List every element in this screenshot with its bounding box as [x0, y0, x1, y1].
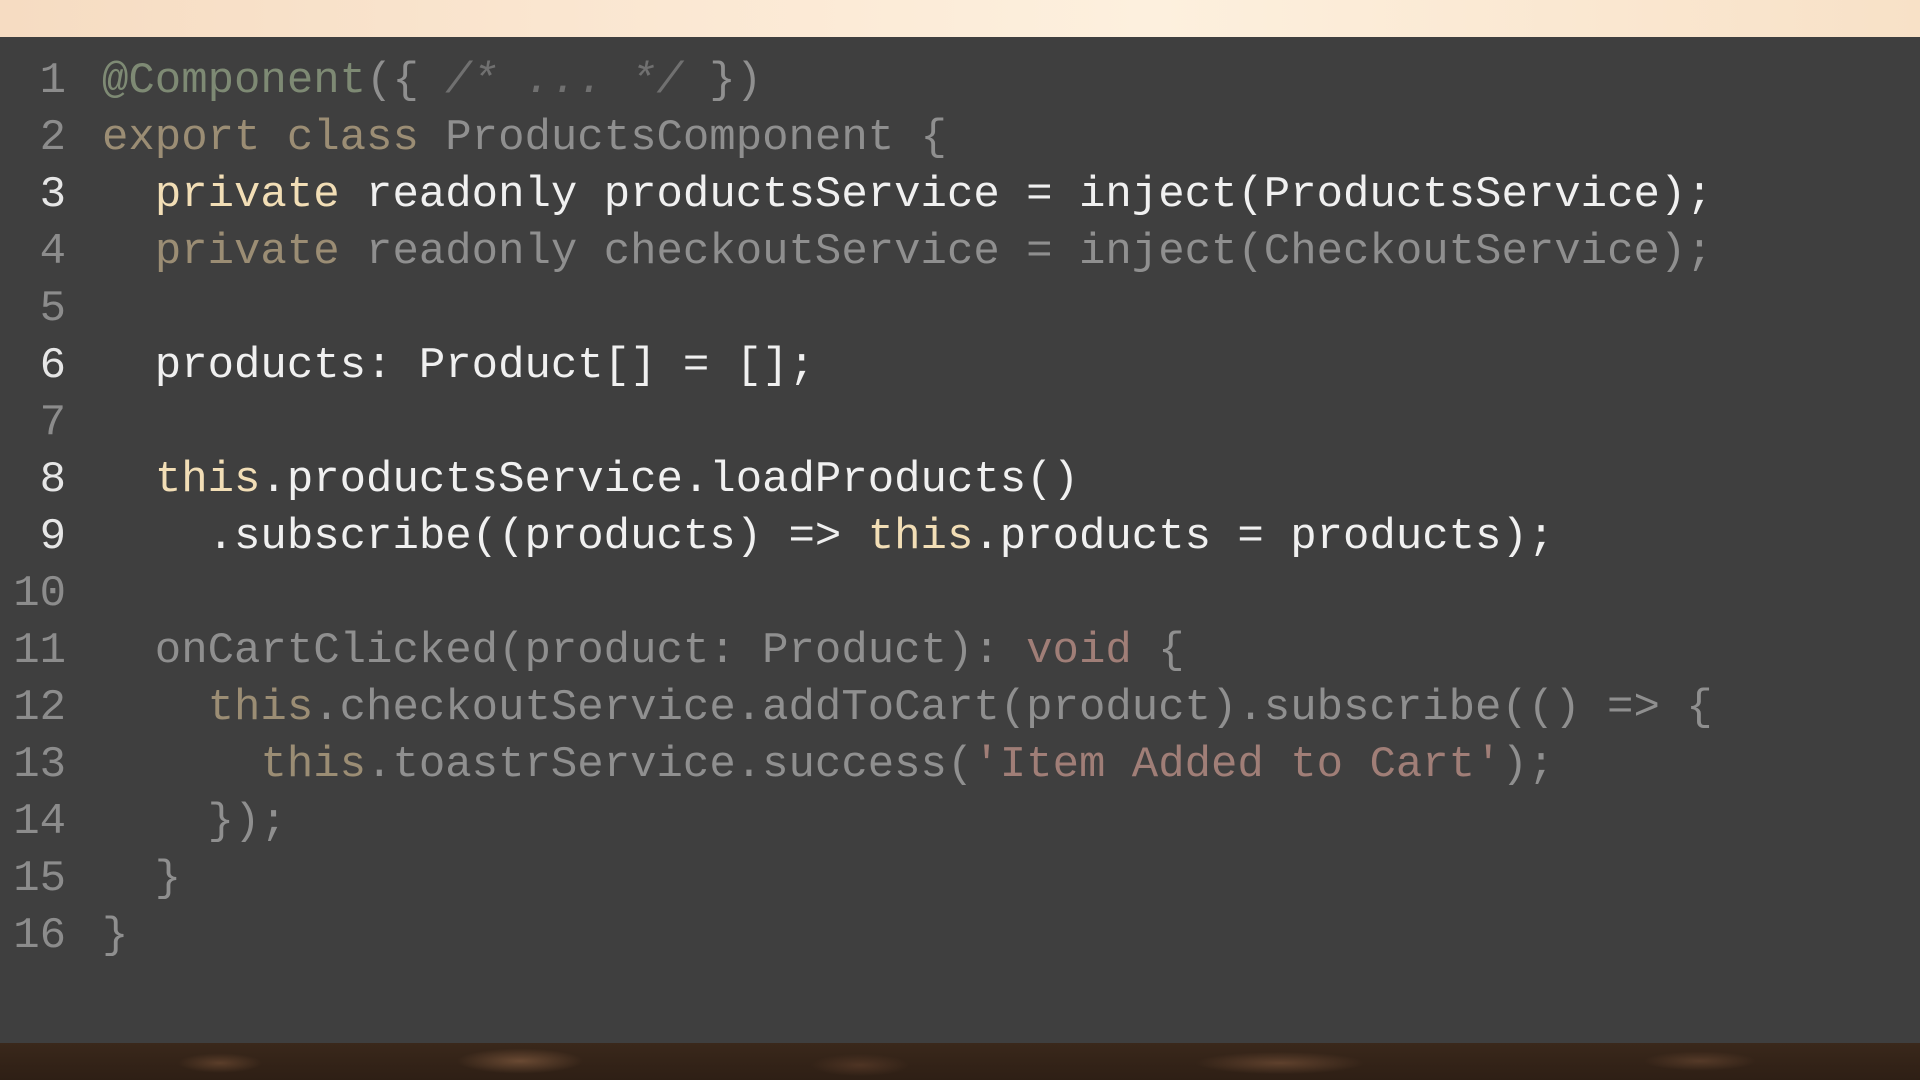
top-background-band: [0, 0, 1920, 37]
code-token: ({: [366, 56, 446, 106]
line-number: 13: [13, 740, 66, 790]
code-token: private: [154, 170, 340, 220]
code-token: this: [154, 455, 261, 505]
code-text: this.productsService.loadProducts(): [102, 452, 1079, 509]
code-token: .subscribe((products) =>: [102, 512, 868, 562]
code-text: this.toastrService.success('Item Added t…: [102, 737, 1554, 794]
bottom-background-photo: [0, 1043, 1920, 1080]
code-editor-panel[interactable]: 1 @Component({ /* ... */ }) 2 export class …: [0, 37, 1920, 1043]
code-token: .productsService.loadProducts(): [260, 455, 1079, 505]
code-token: .checkoutService.addToCart(product).subs…: [313, 683, 1713, 733]
code-token: @Component: [102, 56, 367, 106]
code-token: {: [1131, 626, 1185, 676]
code-text: }: [102, 908, 128, 965]
code-text: @Component({ /* ... */ }): [102, 53, 762, 110]
line-number: 16: [13, 911, 66, 961]
code-token: readonly checkoutService = inject(Checko…: [339, 227, 1713, 277]
line-number: 11: [13, 626, 66, 676]
code-text: });: [102, 794, 287, 851]
code-text: }: [102, 851, 181, 908]
code-text: .subscribe((products) => this.products =…: [102, 509, 1555, 566]
line-number: 9: [39, 512, 66, 562]
code-token: products: Product[] = [];: [102, 341, 815, 391]
line-number: 8: [39, 455, 66, 505]
line-number: 12: [13, 683, 66, 733]
code-token: export class: [102, 113, 446, 163]
code-text: onCartClicked(product: Product): void {: [102, 623, 1185, 680]
code-token: this: [867, 512, 974, 562]
code-token: this: [207, 683, 314, 733]
code-token: readonly productsService = inject(Produc…: [339, 170, 1713, 220]
code-token: /* ... */: [445, 56, 683, 106]
code-token: .toastrService.success(: [366, 740, 974, 790]
code-token: onCartClicked(product: Product):: [102, 626, 1027, 676]
code-text: private readonly checkoutService = injec…: [102, 224, 1713, 281]
line-number: 15: [13, 854, 66, 904]
line-number: 5: [39, 284, 66, 334]
code-token: this: [260, 740, 367, 790]
code-token: 'Item Added to Cart': [973, 740, 1502, 790]
line-number: 6: [39, 341, 66, 391]
code-token: .products = products);: [973, 512, 1555, 562]
code-token: }: [102, 911, 129, 961]
code-text: this.checkoutService.addToCart(product).…: [102, 680, 1713, 737]
line-number: 7: [39, 398, 66, 448]
code-token: void: [1026, 626, 1132, 676]
code-token: ProductsComponent {: [445, 113, 947, 163]
code-token: );: [1501, 740, 1555, 790]
line-number: 2: [39, 113, 66, 163]
code-text: products: Product[] = [];: [102, 338, 815, 395]
code-text: private readonly productsService = injec…: [102, 167, 1713, 224]
code-token: });: [102, 797, 287, 847]
code-token: }): [682, 56, 763, 106]
line-number: 4: [39, 227, 66, 277]
code-token: private: [154, 227, 340, 277]
line-number: 14: [13, 797, 66, 847]
line-number: 1: [39, 56, 66, 106]
line-number: 3: [39, 170, 66, 220]
code-token: }: [102, 854, 182, 904]
code-text: export class ProductsComponent {: [102, 110, 947, 167]
line-number: 10: [13, 569, 66, 619]
